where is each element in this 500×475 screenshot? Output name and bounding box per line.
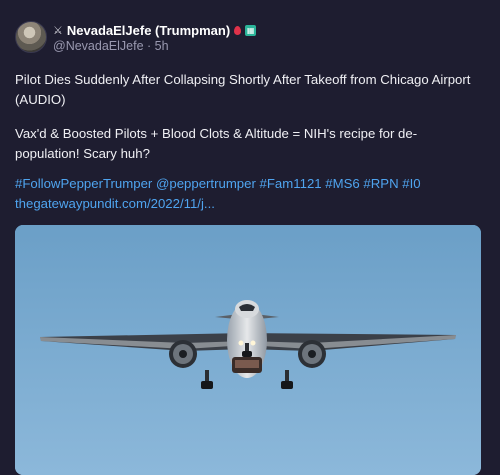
author-display-name[interactable]: NevadaElJefe (Trumpman)	[67, 23, 230, 38]
post-comment: Vax'd & Boosted Pilots + Blood Clots & A…	[15, 126, 418, 161]
airplane-photo	[15, 225, 481, 475]
hashtag-link[interactable]: #Fam1121	[260, 176, 322, 191]
emoji-badge-icon: ▦	[245, 24, 257, 36]
hashtag-link[interactable]: #RPN	[363, 176, 398, 191]
post-image[interactable]	[15, 225, 481, 475]
author-name-row[interactable]: ⚔ NevadaElJefe (Trumpman) ▦	[53, 22, 257, 38]
hashtag-list: #FollowPepperTrumper @peppertrumper #Fam…	[15, 174, 475, 194]
hashtag-link[interactable]: #FollowPepperTrumper	[15, 176, 152, 191]
post-headline: Pilot Dies Suddenly After Collapsing Sho…	[15, 72, 471, 107]
post-links: #FollowPepperTrumper @peppertrumper #Fam…	[15, 174, 475, 214]
crossed-swords-icon: ⚔	[53, 24, 63, 37]
post-card: ⚔ NevadaElJefe (Trumpman) ▦ @NevadaElJef…	[0, 0, 500, 475]
hashtag-link[interactable]: #MS6	[325, 176, 359, 191]
blood-drop-icon	[234, 25, 242, 35]
article-link[interactable]: thegatewaypundit.com/2022/11/j...	[15, 194, 475, 214]
hashtag-link[interactable]: #I0	[402, 176, 420, 191]
mention-link[interactable]: @peppertrumper	[156, 176, 256, 191]
user-avatar[interactable]	[15, 21, 47, 53]
meta-separator: ·	[147, 39, 152, 53]
author-handle[interactable]: @NevadaElJefe	[53, 39, 144, 53]
post-time[interactable]: 5h	[155, 39, 169, 53]
author-meta: @NevadaElJefe · 5h	[53, 39, 169, 53]
